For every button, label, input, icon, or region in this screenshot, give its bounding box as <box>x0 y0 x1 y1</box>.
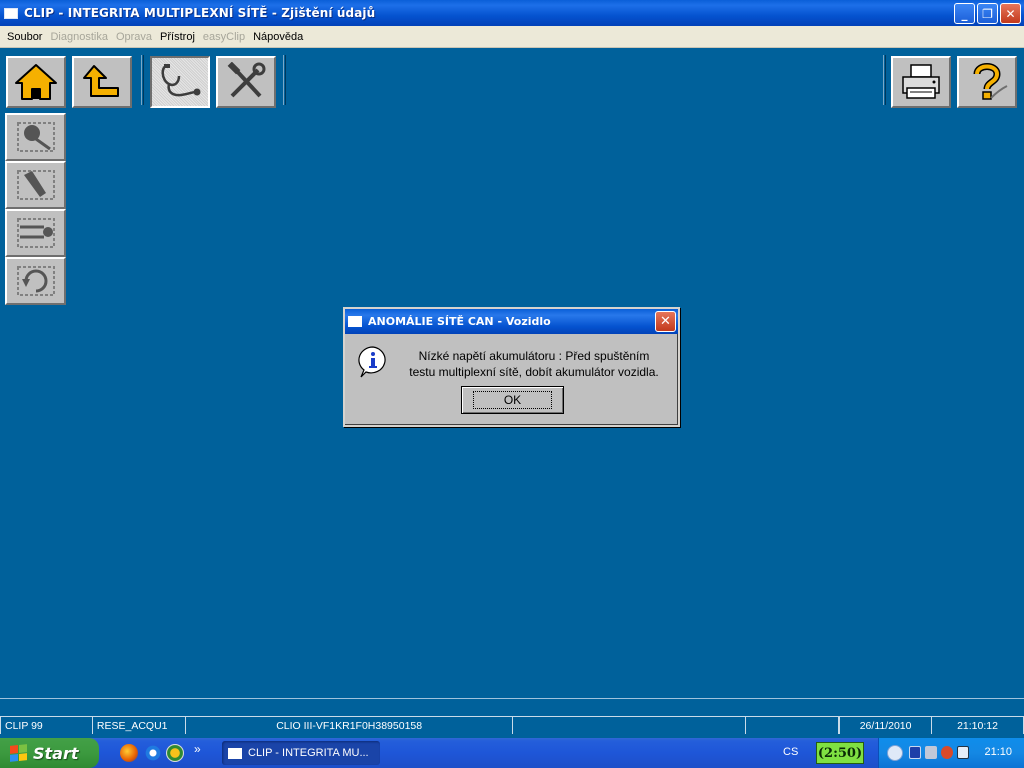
app-window-icon <box>4 7 18 19</box>
back-arrow-icon <box>83 65 119 97</box>
dialog-message: Nízké napětí akumulátoru : Před spuštění… <box>395 348 673 380</box>
dialog-app-icon <box>348 316 362 327</box>
side-tool-network-cycle[interactable] <box>5 257 66 305</box>
status-empty-2 <box>745 716 839 734</box>
menu-diagnostika[interactable]: Diagnostika <box>46 31 111 43</box>
side-tool-network-scan[interactable] <box>5 113 66 161</box>
restore-button[interactable]: ❐ <box>977 3 998 24</box>
firefox-icon[interactable] <box>120 744 138 762</box>
minimize-button[interactable]: _ <box>954 3 975 24</box>
window-title: CLIP - INTEGRITA MULTIPLEXNÍ SÍTĚ - Zjiš… <box>24 6 376 20</box>
network-cycle-icon <box>16 266 55 296</box>
start-button[interactable]: Start <box>0 738 99 768</box>
dialog-close-button[interactable]: ✕ <box>655 311 676 332</box>
status-time: 21:10:12 <box>931 716 1024 734</box>
toolbar-separator <box>283 55 286 105</box>
status-tool: CLIP 99 <box>0 716 92 734</box>
side-tool-network-connect[interactable] <box>5 209 66 257</box>
taskbar-app-clip[interactable]: CLIP - INTEGRITA MU... <box>222 741 380 765</box>
network-connect-icon <box>16 218 55 248</box>
system-clock[interactable]: 21:10 <box>984 746 1012 758</box>
menu-easyclip[interactable]: easyClip <box>199 31 249 43</box>
battery-timer: (2:50) <box>816 742 864 764</box>
repair-button[interactable] <box>216 56 276 108</box>
menu-napoveda[interactable]: Nápověda <box>249 31 307 43</box>
help-icon <box>973 63 1008 100</box>
usb-icon[interactable] <box>909 746 921 759</box>
security-icon[interactable] <box>941 746 953 759</box>
status-function: RESE_ACQU1 <box>91 716 185 734</box>
window-controls: _ ❐ ✕ <box>954 3 1021 24</box>
ok-button[interactable]: OK <box>461 386 564 414</box>
print-button[interactable] <box>891 56 951 108</box>
internet-explorer-icon[interactable] <box>144 744 162 762</box>
side-tool-network-edit[interactable] <box>5 161 66 209</box>
close-button[interactable]: ✕ <box>1000 3 1021 24</box>
home-button[interactable] <box>6 56 66 108</box>
diagnostic-button[interactable] <box>150 56 210 108</box>
network-icon[interactable] <box>925 746 937 759</box>
status-bar: CLIP 99 RESE_ACQU1 CLIO III-VF1KR1F0H389… <box>0 716 1024 734</box>
stethoscope-icon <box>161 64 201 97</box>
network-scan-icon <box>16 122 55 152</box>
menu-soubor[interactable]: Soubor <box>3 31 46 43</box>
toolbar-separator <box>141 55 144 105</box>
toolbar-separator <box>883 55 886 105</box>
can-anomaly-dialog: ANOMÁLIE SÍTĚ CAN - Vozidlo ✕ Nízké napě… <box>343 307 680 427</box>
ok-button-label: OK <box>472 391 553 409</box>
dialog-message-line1: Nízké napětí akumulátoru : Před spuštění… <box>418 349 650 363</box>
status-message-line <box>0 698 1024 716</box>
start-label: Start <box>33 743 79 763</box>
menu-pristroj[interactable]: Přístroj <box>156 31 199 43</box>
printer-icon <box>902 64 940 99</box>
quicklaunch-chevron[interactable]: » <box>194 742 201 756</box>
dialog-title-bar[interactable]: ANOMÁLIE SÍTĚ CAN - Vozidlo ✕ <box>345 309 678 334</box>
network-edit-icon <box>16 170 55 200</box>
home-icon <box>15 64 57 100</box>
menu-bar: Soubor Diagnostika Oprava Přístroj easyC… <box>0 26 1024 48</box>
help-button[interactable] <box>957 56 1017 108</box>
media-player-icon[interactable] <box>166 744 184 762</box>
language-indicator[interactable]: CS <box>783 746 798 758</box>
back-button[interactable] <box>72 56 132 108</box>
window-title-bar[interactable]: CLIP - INTEGRITA MULTIPLEXNÍ SÍTĚ - Zjiš… <box>0 0 1024 26</box>
tools-icon <box>227 62 266 98</box>
system-tray: 21:10 <box>878 738 1024 768</box>
menu-oprava[interactable]: Oprava <box>112 31 156 43</box>
info-icon <box>358 346 386 378</box>
status-vehicle: CLIO III-VF1KR1F0H38950158 <box>184 716 513 734</box>
clip-app-icon <box>228 747 242 759</box>
dialog-message-line2: testu multiplexní sítě, dobít akumulátor… <box>409 365 659 379</box>
dialog-title: ANOMÁLIE SÍTĚ CAN - Vozidlo <box>368 315 551 328</box>
tray-expand-icon[interactable] <box>887 745 903 761</box>
windows-flag-icon <box>10 744 27 762</box>
status-date: 26/11/2010 <box>839 716 932 734</box>
main-toolbar <box>0 49 1024 111</box>
taskbar: Start » CLIP - INTEGRITA MU... CS (2:50)… <box>0 738 1024 768</box>
taskbar-app-label: CLIP - INTEGRITA MU... <box>248 747 369 759</box>
status-empty-1 <box>512 716 746 734</box>
display-icon[interactable] <box>957 746 969 759</box>
